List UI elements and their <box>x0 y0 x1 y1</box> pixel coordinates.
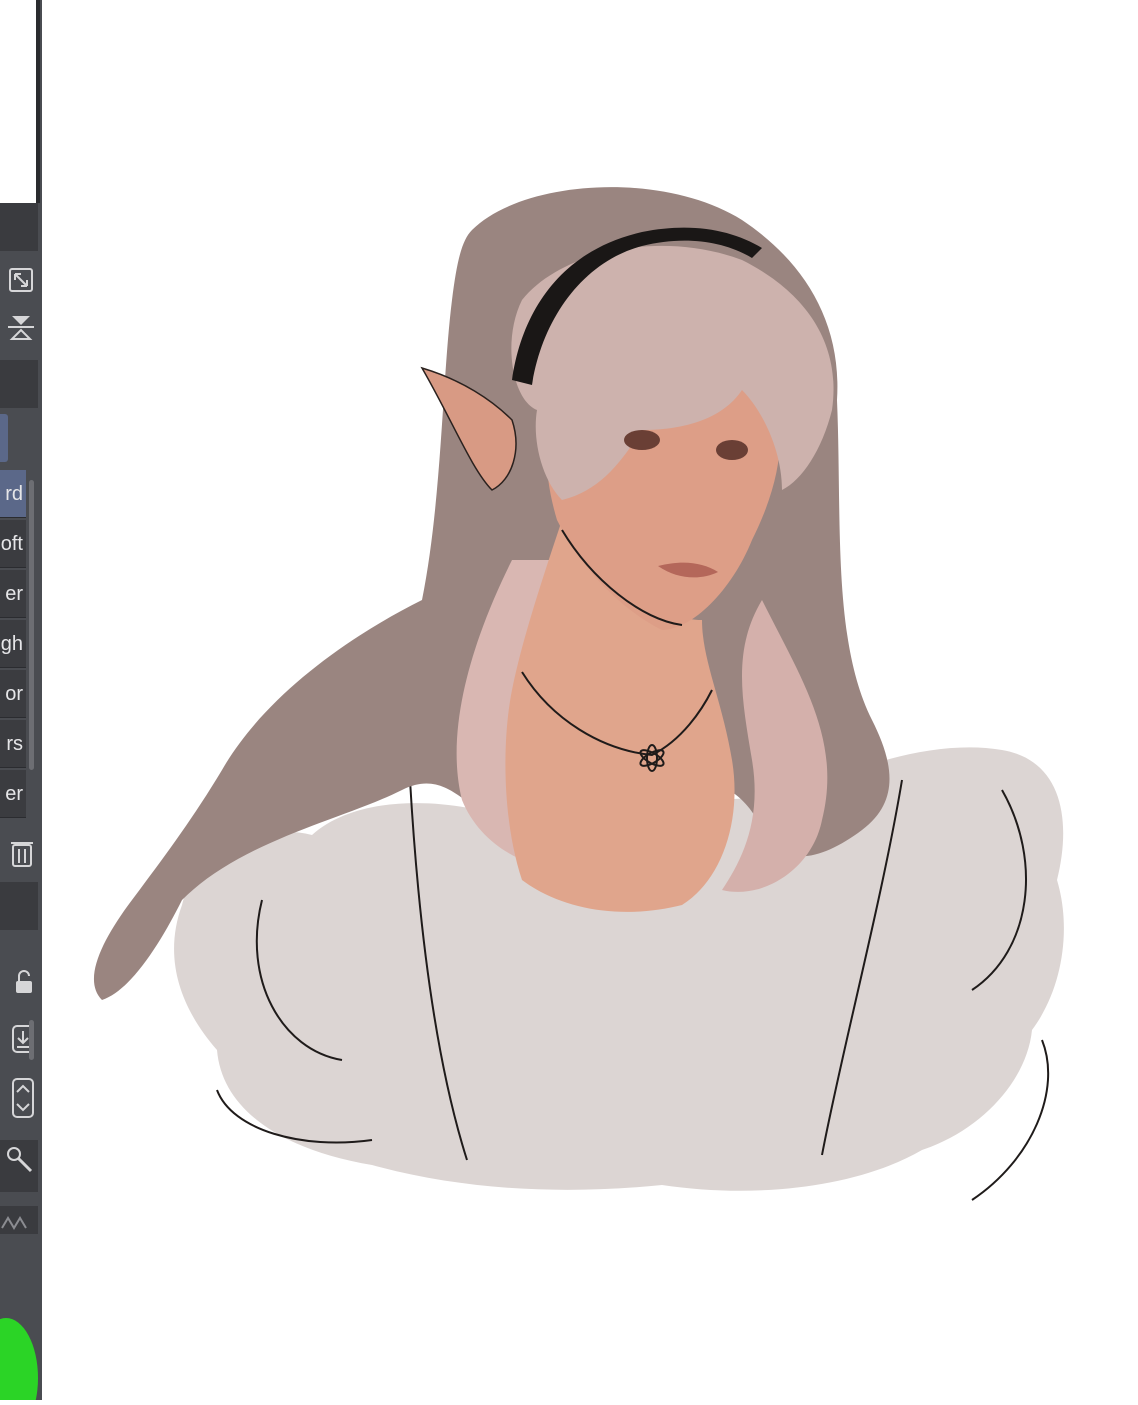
panel-header <box>0 203 38 251</box>
resize-icon[interactable] <box>0 266 34 302</box>
panel-header-2 <box>0 360 38 408</box>
brush-item[interactable]: rd <box>0 470 26 518</box>
brush-list: rd oft er gh or rs er <box>0 470 26 820</box>
left-eye <box>624 430 660 450</box>
wrench-icon[interactable] <box>0 1146 34 1182</box>
artwork-illustration <box>93 187 1064 1201</box>
left-tool-panel: rd oft er gh or rs er <box>0 0 42 1400</box>
brush-item[interactable]: gh <box>0 620 26 668</box>
up-down-icon[interactable] <box>0 1078 34 1118</box>
right-eye <box>716 440 748 460</box>
color-wheel[interactable] <box>0 1318 38 1400</box>
gradient-icon[interactable] <box>0 1206 38 1234</box>
reference-preview <box>0 0 40 203</box>
brush-list-scrollbar[interactable] <box>29 480 34 770</box>
brush-item[interactable]: rs <box>0 720 26 768</box>
lock-icon[interactable] <box>0 968 34 1004</box>
brush-item[interactable]: oft <box>0 520 26 568</box>
brush-item[interactable]: er <box>0 770 26 818</box>
layer-scrollbar[interactable] <box>29 1020 34 1060</box>
brush-item[interactable]: er <box>0 570 26 618</box>
brush-item[interactable]: or <box>0 670 26 718</box>
flip-vertical-icon[interactable] <box>0 312 34 348</box>
tab-selected[interactable] <box>0 414 8 462</box>
panel-header-3 <box>0 882 38 930</box>
trash-icon[interactable] <box>0 838 34 874</box>
drawing-canvas[interactable] <box>42 0 1138 1400</box>
